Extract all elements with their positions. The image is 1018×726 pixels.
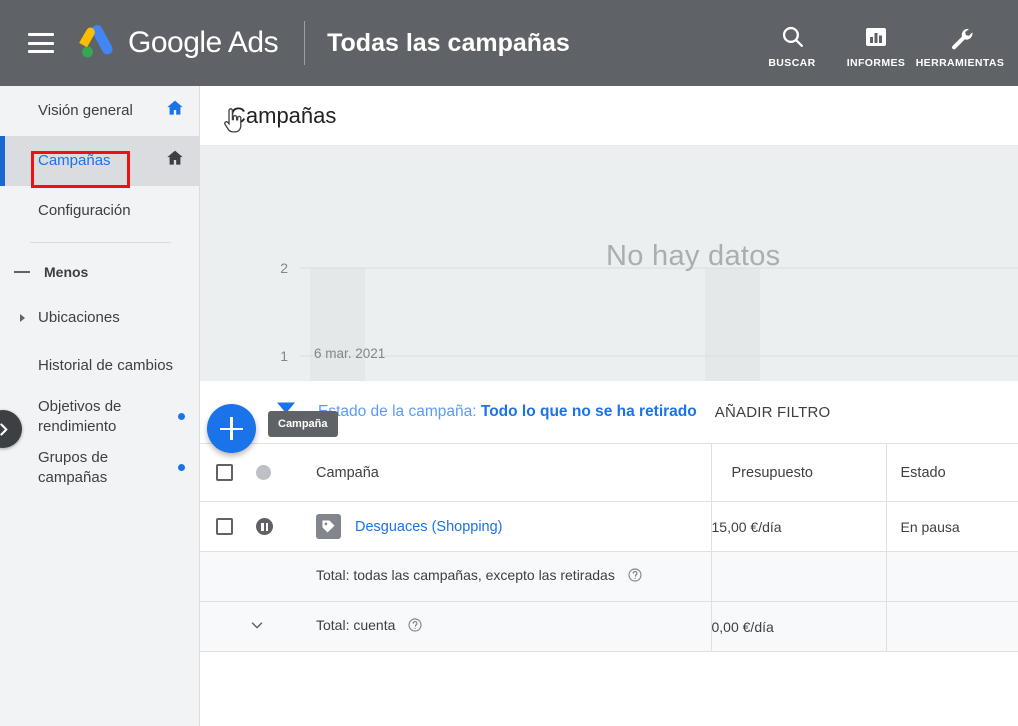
svg-text:1: 1 xyxy=(280,348,288,364)
page-header: Campañas xyxy=(200,86,1018,146)
search-icon xyxy=(780,22,805,52)
page-title: Campañas xyxy=(230,102,337,128)
total-account-budget-cell: 0,00 €/día xyxy=(710,601,887,652)
total-spacer-cell xyxy=(248,551,296,602)
chart-empty-message: No hay datos xyxy=(606,240,781,272)
column-header-campaign[interactable]: Campaña xyxy=(296,443,711,502)
add-campaign-button[interactable] xyxy=(207,404,256,453)
campaign-name-link[interactable]: Desguaces (Shopping) xyxy=(355,519,503,535)
chevron-down-icon xyxy=(251,622,263,629)
status-dot-badge xyxy=(178,464,185,471)
sidebar-collapse-toggle[interactable]: Menos xyxy=(0,249,199,295)
brand-title: Google Ads xyxy=(128,26,279,59)
column-header-budget[interactable]: Presupuesto xyxy=(710,443,887,502)
shopping-tag-icon xyxy=(316,514,341,539)
table-row[interactable]: Desguaces (Shopping) 15,00 €/día En paus… xyxy=(200,501,1018,552)
wrench-tools-icon xyxy=(947,22,973,52)
help-icon[interactable] xyxy=(627,567,643,586)
status-circle-icon xyxy=(256,465,271,480)
sidebar-item-label: Visión general xyxy=(38,102,133,120)
total-account-label-cell: Total: cuenta xyxy=(296,601,711,652)
google-ads-campaigns-page: Google Ads Todas las campañas BUSCAR INF… xyxy=(0,0,1018,726)
search-button[interactable]: BUSCAR xyxy=(750,18,834,69)
google-ads-logo xyxy=(79,25,113,58)
sidebar-item-campanas[interactable]: Campañas xyxy=(0,136,199,186)
status-dot-badge xyxy=(178,413,185,420)
search-label: BUSCAR xyxy=(768,56,816,69)
sidebar-collapse-label: Menos xyxy=(44,263,89,280)
campaigns-table: Campaña Presupuesto Estado Desguaces (Sh… xyxy=(200,443,1018,652)
table-total-row-campaigns: Total: todas las campañas, excepto las r… xyxy=(200,551,1018,602)
sidebar-item-configuracion[interactable]: Configuración xyxy=(0,186,199,236)
header-divider xyxy=(304,21,306,65)
chart-x-tick-label: 6 mar. 2021 xyxy=(314,346,386,361)
sidebar-item-ubicaciones[interactable]: Ubicaciones xyxy=(0,295,199,341)
sidebar-item-label: Objetivos de rendimiento xyxy=(38,398,122,435)
sidebar-divider xyxy=(30,242,171,243)
home-icon xyxy=(165,98,185,124)
sidebar-item-vision-general[interactable]: Visión general xyxy=(0,86,199,136)
total-account-label: Total: cuenta xyxy=(316,617,396,633)
sidebar-item-label: Campañas xyxy=(38,152,111,170)
table-header-row: Campaña Presupuesto Estado xyxy=(200,443,1018,502)
status-header-cell xyxy=(248,443,296,502)
chevron-right-icon xyxy=(20,314,25,322)
select-all-checkbox[interactable] xyxy=(216,464,233,481)
sidebar-item-label: Ubicaciones xyxy=(38,309,120,327)
sidebar-item-label: Grupos de campañas xyxy=(38,449,109,486)
filter-label: Estado de la campaña: xyxy=(318,403,477,420)
tools-label: HERRAMIENTAS xyxy=(915,56,1005,69)
row-budget-cell: 15,00 €/día xyxy=(710,501,887,552)
sidebar-item-grupos-de-campanas[interactable]: Grupos de campañas xyxy=(0,442,199,493)
tools-button[interactable]: HERRAMIENTAS xyxy=(915,18,1005,69)
total-account-state-cell xyxy=(886,601,1018,652)
hamburger-menu-icon[interactable] xyxy=(28,33,54,53)
main-content: Campañas 2 1 0 No hay datos 6 mar. 2021 xyxy=(200,86,1018,726)
row-campaign-cell: Desguaces (Shopping) xyxy=(296,501,711,552)
help-icon[interactable] xyxy=(407,617,423,636)
total-label-cell: Total: todas las campañas, excepto las r… xyxy=(296,551,711,602)
select-all-cell xyxy=(200,443,248,502)
sidebar-nav: Visión general Campañas Configuración Me… xyxy=(0,86,200,726)
sidebar-item-historial-de-cambios[interactable]: Historial de cambios xyxy=(0,341,199,391)
reports-button[interactable]: INFORMES xyxy=(834,18,918,69)
row-select-cell xyxy=(200,501,248,552)
reports-bar-chart-icon xyxy=(864,22,888,52)
table-total-row-account: Total: cuenta 0,00 €/día xyxy=(200,601,1018,652)
sidebar-item-objetivos-de-rendimiento[interactable]: Objetivos de rendimiento xyxy=(0,391,199,442)
chevron-right-icon xyxy=(0,422,7,436)
expand-account-total-button[interactable] xyxy=(248,601,296,652)
row-status-cell xyxy=(248,501,296,552)
pause-circle-icon[interactable] xyxy=(256,518,273,535)
sidebar-item-label: Configuración xyxy=(38,202,131,220)
add-filter-button[interactable]: AÑADIR FILTRO xyxy=(715,404,831,421)
home-icon xyxy=(165,148,185,174)
minus-icon xyxy=(14,271,30,273)
campaign-status-filter[interactable]: Estado de la campaña: Todo lo que no se … xyxy=(318,403,697,421)
total-state-cell xyxy=(886,551,1018,602)
total-budget-cell xyxy=(710,551,887,602)
total-spacer-cell xyxy=(200,601,248,652)
total-spacer-cell xyxy=(200,551,248,602)
plus-icon xyxy=(230,417,233,440)
total-campaigns-label: Total: todas las campañas, excepto las r… xyxy=(316,567,615,583)
reports-label: INFORMES xyxy=(846,56,906,69)
svg-text:2: 2 xyxy=(280,260,288,276)
row-checkbox[interactable] xyxy=(216,518,233,535)
add-campaign-tooltip: Campaña xyxy=(268,411,338,437)
row-state-cell: En pausa xyxy=(886,501,1018,552)
performance-chart: 2 1 0 No hay datos 6 mar. 2021 xyxy=(200,146,1018,381)
top-actions: BUSCAR INFORMES HERRAMIENTAS xyxy=(750,18,1018,69)
filter-value: Todo lo que no se ha retirado xyxy=(480,403,697,420)
column-header-state[interactable]: Estado xyxy=(886,443,1018,502)
sidebar-item-label: Historial de cambios xyxy=(38,357,174,375)
page-context-title: Todas las campañas xyxy=(327,28,570,57)
top-app-bar: Google Ads Todas las campañas BUSCAR INF… xyxy=(0,0,1018,86)
